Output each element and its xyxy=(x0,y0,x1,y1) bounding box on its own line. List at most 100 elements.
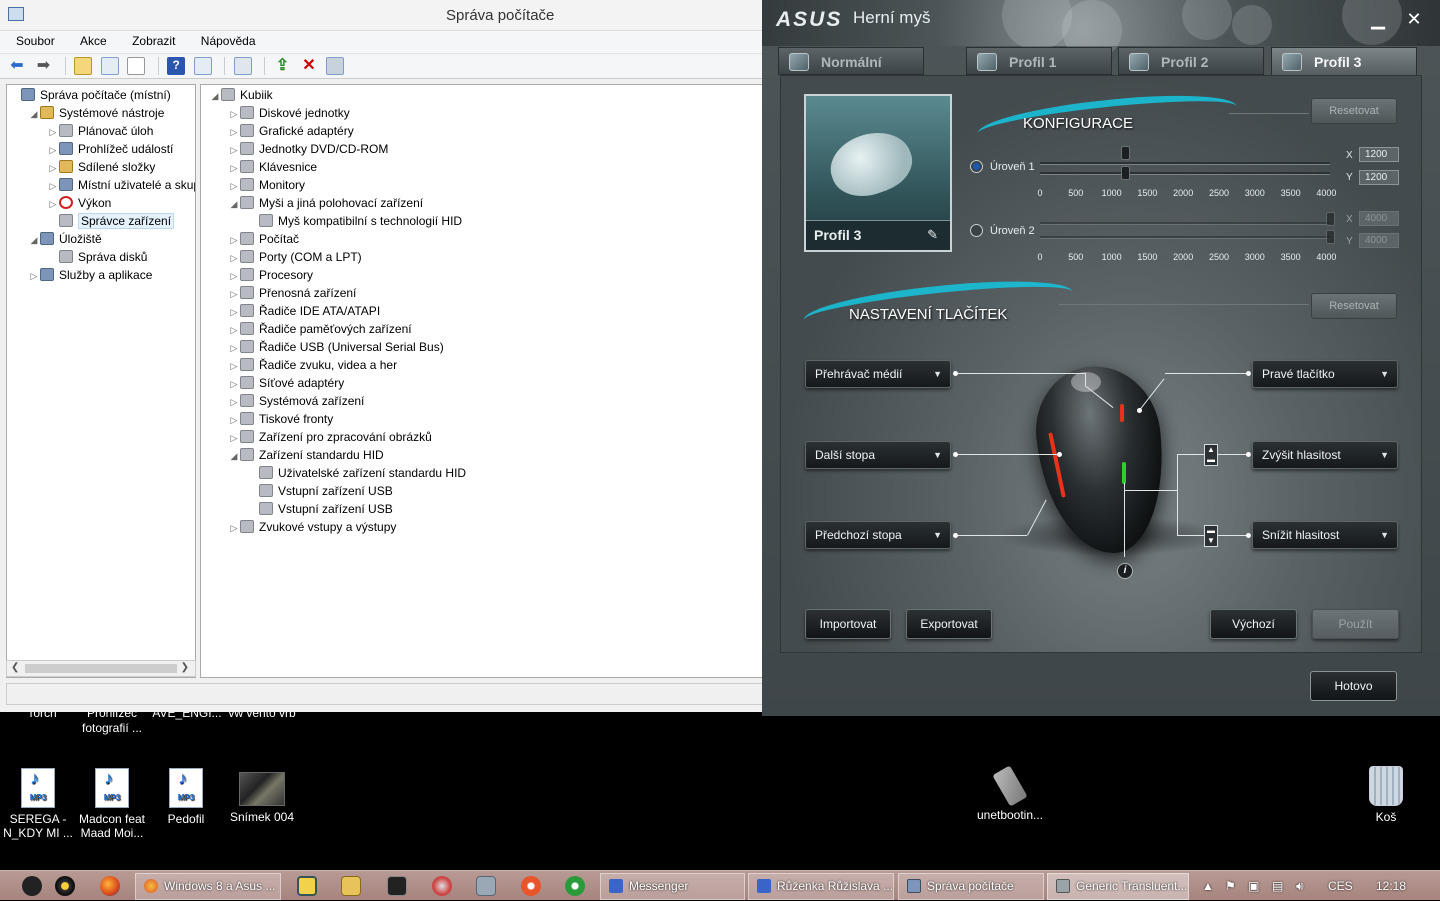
menu-soubor[interactable]: Soubor xyxy=(16,34,55,48)
expand-toggle-icon[interactable]: ▷ xyxy=(228,159,240,177)
action-center-flag-icon[interactable]: ⚑ xyxy=(1225,871,1236,901)
disable-device-icon[interactable] xyxy=(326,57,345,75)
show-hide-tree-icon[interactable] xyxy=(100,57,119,75)
action-pane-icon[interactable] xyxy=(193,57,212,75)
device-category[interactable]: ▷ Zvukové vstupy a výstupy xyxy=(228,518,396,536)
scan-hardware-icon[interactable] xyxy=(233,57,252,75)
level-2-y-thumb[interactable] xyxy=(1326,230,1335,244)
desktop-icon-unetbootin[interactable]: unetbootin... xyxy=(972,765,1048,822)
device-category[interactable]: ◢ Zařízení standardu HID xyxy=(228,446,384,464)
tree-item[interactable]: ▷ Plánovač úloh xyxy=(47,122,153,140)
device-category[interactable]: ▷ Řadiče USB (Universal Serial Bus) xyxy=(228,338,444,356)
level-2-x-thumb[interactable] xyxy=(1326,212,1335,226)
device-category[interactable]: ▷ Řadiče zvuku, videa a her xyxy=(228,356,397,374)
clock[interactable]: 12:18 xyxy=(1376,871,1406,901)
expand-toggle-icon[interactable]: ▷ xyxy=(228,177,240,195)
menu-napoveda[interactable]: Nápověda xyxy=(201,34,256,48)
network-icon[interactable]: ▤ xyxy=(1272,871,1283,901)
volume-icon[interactable]: 🔊︎ xyxy=(1296,871,1304,901)
properties-icon[interactable] xyxy=(127,57,146,75)
apply-button[interactable]: Použít xyxy=(1312,609,1399,639)
tree-item[interactable]: ▷ Výkon xyxy=(47,194,111,212)
device-category[interactable]: ▷ Grafické adaptéry xyxy=(228,122,354,140)
device-category[interactable]: ▷ Klávesnice xyxy=(228,158,317,176)
app-tray-icon[interactable]: ▣ xyxy=(1248,871,1259,901)
button-assign-media-player[interactable]: Přehrávač médií ▼ xyxy=(805,360,951,388)
expand-toggle-icon[interactable]: ▷ xyxy=(228,357,240,375)
scroll-thumb[interactable] xyxy=(25,664,177,673)
expand-toggle-icon[interactable]: ◢ xyxy=(28,105,40,123)
device-category[interactable]: ▷ Počítač xyxy=(228,230,299,248)
device-category[interactable]: ▷ Procesory xyxy=(228,266,313,284)
level-1-y-value[interactable]: 1200 xyxy=(1359,170,1399,185)
expand-toggle-icon[interactable]: ▷ xyxy=(228,249,240,267)
tree-item[interactable]: Správa disků xyxy=(47,248,147,266)
level-1-x-thumb[interactable] xyxy=(1121,146,1130,160)
expand-toggle-icon[interactable]: ▷ xyxy=(228,285,240,303)
expand-toggle-icon[interactable]: ◢ xyxy=(209,87,221,105)
button-assign-volume-down[interactable]: Snížit hlasitost ▼ xyxy=(1252,521,1398,549)
tab-profil-2[interactable]: Profil 2 xyxy=(1118,47,1264,75)
firefox-icon[interactable] xyxy=(100,876,120,896)
menu-akce[interactable]: Akce xyxy=(80,34,107,48)
device-item[interactable]: Myš kompatibilní s technologií HID xyxy=(247,212,462,230)
media-player-icon[interactable] xyxy=(55,876,75,896)
button-assign-previous-track[interactable]: Předchozí stopa ▼ xyxy=(805,521,951,549)
language-indicator[interactable]: CES xyxy=(1328,871,1353,901)
remote-desktop-icon[interactable] xyxy=(476,876,496,896)
scroll-left-icon[interactable]: ❮ xyxy=(11,662,19,673)
expand-toggle-icon[interactable]: ▷ xyxy=(228,411,240,429)
paint-icon[interactable] xyxy=(432,876,452,896)
expand-toggle-icon[interactable]: ▷ xyxy=(228,231,240,249)
level-2-x-value[interactable]: 4000 xyxy=(1359,211,1399,226)
device-category[interactable]: ▷ Síťové adaptéry xyxy=(228,374,344,392)
taskbar-button-generic-translucent[interactable]: Generic Transluent... xyxy=(1047,873,1189,900)
utorrent-icon[interactable] xyxy=(565,876,585,896)
expand-toggle-icon[interactable]: ▷ xyxy=(228,141,240,159)
expand-toggle-icon[interactable]: ▷ xyxy=(28,267,40,285)
device-category[interactable]: ▷ Tiskové fronty xyxy=(228,410,333,428)
expand-toggle-icon[interactable]: ◢ xyxy=(228,195,240,213)
back-arrow-icon[interactable]: ⬅ xyxy=(8,57,26,75)
device-category[interactable]: ◢ Myši a jiná polohovací zařízení xyxy=(228,194,423,212)
expand-toggle-icon[interactable]: ▷ xyxy=(228,105,240,123)
device-item[interactable]: Vstupní zařízení USB xyxy=(247,482,393,500)
menu-zobrazit[interactable]: Zobrazit xyxy=(132,34,175,48)
taskbar-button-messenger[interactable]: Messenger xyxy=(600,873,745,900)
level-1-y-slider[interactable] xyxy=(1040,172,1330,175)
desktop-icon-recycle-bin[interactable]: Koš xyxy=(1348,766,1424,824)
horizontal-scrollbar[interactable]: ❮ ❯ xyxy=(6,660,196,677)
taskbar-button-ruzenka[interactable]: Růženka Růžislava ... xyxy=(748,873,894,900)
forward-arrow-icon[interactable]: ➡ xyxy=(34,57,52,75)
device-category[interactable]: ▷ Zařízení pro zpracování obrázků xyxy=(228,428,432,446)
device-category[interactable]: ▷ Diskové jednotky xyxy=(228,104,350,122)
device-category[interactable]: ▷ Řadiče IDE ATA/ATAPI xyxy=(228,302,380,320)
expand-toggle-icon[interactable]: ▷ xyxy=(228,267,240,285)
buttons-reset-button[interactable]: Resetovat xyxy=(1311,293,1397,319)
import-button[interactable]: Importovat xyxy=(805,609,891,639)
expand-toggle-icon[interactable]: ▷ xyxy=(228,303,240,321)
expand-toggle-icon[interactable]: ▷ xyxy=(47,123,59,141)
default-button[interactable]: Výchozí xyxy=(1210,609,1297,639)
config-reset-button[interactable]: Resetovat xyxy=(1311,98,1397,124)
level-1-radio[interactable] xyxy=(970,160,983,173)
tree-item[interactable]: ◢ Systémové nástroje xyxy=(28,104,164,122)
device-category[interactable]: ▷ Porty (COM a LPT) xyxy=(228,248,362,266)
level-1-y-thumb[interactable] xyxy=(1121,166,1130,180)
info-icon[interactable]: i xyxy=(1117,563,1133,579)
level-2-x-slider[interactable] xyxy=(1040,222,1330,225)
expand-toggle-icon[interactable]: ▷ xyxy=(228,393,240,411)
expand-toggle-icon[interactable]: ◢ xyxy=(28,231,40,249)
button-assign-right-button[interactable]: Pravé tlačítko ▼ xyxy=(1252,360,1398,388)
expand-toggle-icon[interactable]: ▷ xyxy=(47,159,59,177)
expand-toggle-icon[interactable]: ▷ xyxy=(228,375,240,393)
expand-toggle-icon[interactable]: ▷ xyxy=(228,123,240,141)
device-category[interactable]: ▷ Jednotky DVD/CD-ROM xyxy=(228,140,388,158)
done-button[interactable]: Hotovo xyxy=(1310,671,1397,701)
expand-toggle-icon[interactable]: ▷ xyxy=(47,195,59,213)
expand-toggle-icon[interactable]: ▷ xyxy=(47,177,59,195)
tree-item[interactable]: ▷ Sdílené složky xyxy=(47,158,155,176)
tree-item[interactable]: ▷ Prohlížeč událostí xyxy=(47,140,173,158)
scroll-right-icon[interactable]: ❯ xyxy=(181,662,189,673)
taskbar-button-windows8-asus[interactable]: Windows 8 a Asus ... xyxy=(135,873,281,900)
